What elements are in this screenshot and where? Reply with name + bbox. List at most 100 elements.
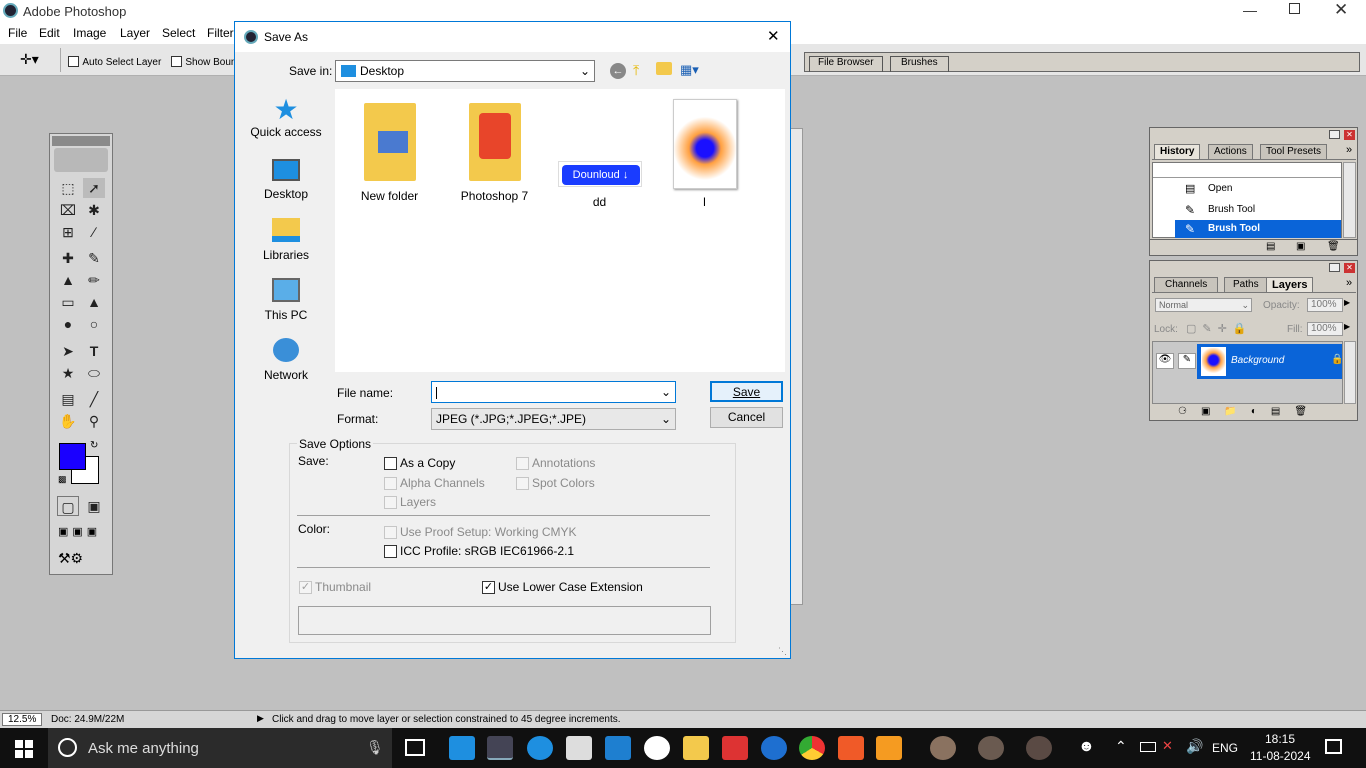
palette-close-icon[interactable]: ✕ [1344,263,1355,273]
spot-colors-checkbox[interactable] [516,477,529,490]
lock-icons[interactable]: ▢✎✛🔒 [1186,322,1253,335]
avatar-icon[interactable] [930,736,956,760]
healing-brush-icon[interactable]: ✚ [57,248,79,268]
lasso-tool-icon[interactable]: ⌧ [57,200,79,220]
lower-case-extension-checkbox[interactable]: ✓ [482,581,495,594]
menu-image[interactable]: Image [73,26,106,40]
tab-history[interactable]: History [1154,144,1201,159]
crop-tool-icon[interactable]: ⊞ [57,222,79,242]
place-libraries[interactable]: Libraries [241,218,331,274]
store-icon[interactable] [566,736,592,760]
people-icon[interactable]: ☻ [1078,738,1095,756]
auto-select-checkbox[interactable]: Auto Select Layer [68,54,161,68]
minimize-icon[interactable]: — [1243,2,1257,18]
history-row-selected[interactable]: ✎ Brush Tool [1175,220,1341,238]
history-row[interactable]: ✎ Brush Tool [1153,200,1341,220]
blend-mode-select[interactable]: Normal ⌄ [1155,298,1252,312]
fill-field[interactable]: 100% [1307,322,1343,336]
close-icon[interactable]: ✕ [767,27,780,45]
menu-layer[interactable]: Layer [120,26,150,40]
new-document-icon[interactable]: ▤ [1266,241,1275,252]
file-item-l[interactable]: l [662,97,747,209]
search-box[interactable]: Ask me anything 🎙 [48,728,392,768]
tab-actions[interactable]: Actions [1208,144,1253,159]
type-tool-icon[interactable]: T [83,341,105,361]
restore-icon[interactable] [1289,3,1300,14]
edge-icon[interactable] [527,736,553,760]
swap-colors-icon[interactable]: ↻ [90,440,98,451]
file-item-dd[interactable]: Dounloud ↓ dd [557,97,642,209]
clock-date[interactable]: 11-08-2024 [1250,749,1311,763]
palette-close-icon[interactable]: ✕ [1344,130,1355,140]
clock-time[interactable]: 18:15 [1265,732,1295,746]
tab-file-browser[interactable]: File Browser [809,56,883,72]
layers-checkbox[interactable] [384,496,397,509]
layers-scrollbar[interactable] [1344,341,1356,404]
status-arrow-icon[interactable]: ▶ [257,713,264,724]
mail-icon[interactable] [449,736,475,760]
place-this-pc[interactable]: This PC [241,278,331,334]
notes-tool-icon[interactable]: ▤ [57,389,79,409]
clone-stamp-icon[interactable]: ▲ [57,270,79,290]
zoom-tool-icon[interactable]: ⚲ [83,411,105,431]
back-icon[interactable]: ← [610,63,626,79]
blur-tool-icon[interactable]: ● [57,314,79,334]
history-brush-icon[interactable]: ✏ [83,270,105,290]
avatar-icon[interactable] [1026,736,1052,760]
notification-icon[interactable] [1325,739,1342,754]
tab-brushes[interactable]: Brushes [890,56,949,72]
opacity-field[interactable]: 100% [1307,298,1343,312]
default-colors-icon[interactable]: ▩ [58,474,67,485]
menu-filter[interactable]: Filter [207,26,234,40]
place-network[interactable]: Network [241,338,331,394]
fill-arrow-icon[interactable]: ▶ [1344,322,1350,331]
eye-icon[interactable]: 👁 [1156,353,1174,369]
chevron-up-icon[interactable]: ⌃ [1115,738,1127,755]
vscode-icon[interactable] [605,736,631,760]
chevron-down-icon[interactable]: ⌄ [661,382,671,402]
wifi-off-icon[interactable]: ✕ [1162,738,1173,754]
use-proof-setup-checkbox[interactable] [384,526,397,539]
file-item-photoshop-7[interactable]: Photoshop 7 [452,97,537,207]
close-icon[interactable]: ✕ [1334,0,1348,20]
battery-icon[interactable] [1140,742,1156,752]
view-menu-icon[interactable]: ▦▾ [680,62,699,78]
recorder-icon[interactable] [722,736,748,760]
as-a-copy-checkbox[interactable] [384,457,397,470]
move-tool-icon[interactable]: ✛▾ [20,51,39,68]
history-row[interactable]: ▤ Open [1153,179,1341,199]
tab-tool-presets[interactable]: Tool Presets [1260,144,1328,159]
windows-start-icon[interactable] [15,740,33,758]
eraser-tool-icon[interactable]: ▭ [57,292,79,312]
place-desktop[interactable]: Desktop [241,159,331,215]
jump-to-imageready-icon[interactable]: ⚒⚙ [58,550,83,567]
brush-tool-icon[interactable]: ✎ [83,248,105,268]
history-scrollbar[interactable] [1343,162,1356,238]
language-indicator[interactable]: ENG [1212,741,1238,755]
slice-tool-icon[interactable]: ∕ [83,222,105,242]
palette-menu-icon[interactable]: » [1346,144,1352,156]
screen-mode-icons[interactable]: ▣▣▣ [58,525,101,538]
place-quick-access[interactable]: ★ Quick access [241,95,331,151]
palette-menu-icon[interactable]: » [1346,277,1352,289]
file-item-new-folder[interactable]: New folder [347,97,432,207]
app-icon[interactable] [644,736,670,760]
hand-tool-icon[interactable]: ✋ [57,411,79,431]
layers-footer-icons[interactable]: ⚆▣📁◐▤🗑 [1178,406,1321,417]
thumbnail-checkbox[interactable]: ✓ [299,581,312,594]
sublime-icon[interactable] [876,736,902,760]
task-view-icon[interactable] [405,739,425,756]
shape-tool-icon[interactable]: ⬭ [83,363,105,383]
path-select-icon[interactable]: ➤ [57,341,79,361]
move-tool-icon[interactable]: ➚ [83,178,105,198]
layer-row-background[interactable]: 👁 ✎ Background 🔒 [1153,344,1343,379]
icc-profile-checkbox[interactable] [384,545,397,558]
up-folder-icon[interactable]: ⤒ [633,62,639,79]
tab-paths[interactable]: Paths [1224,277,1268,292]
standard-mode-icon[interactable]: ▢ [57,496,79,516]
resize-grip-icon[interactable]: ⋱ [778,646,787,657]
foreground-color-swatch[interactable] [59,443,86,470]
tab-channels[interactable]: Channels [1154,277,1219,292]
tab-layers[interactable]: Layers [1266,277,1314,292]
zoom-field[interactable]: 12.5% [2,713,42,726]
